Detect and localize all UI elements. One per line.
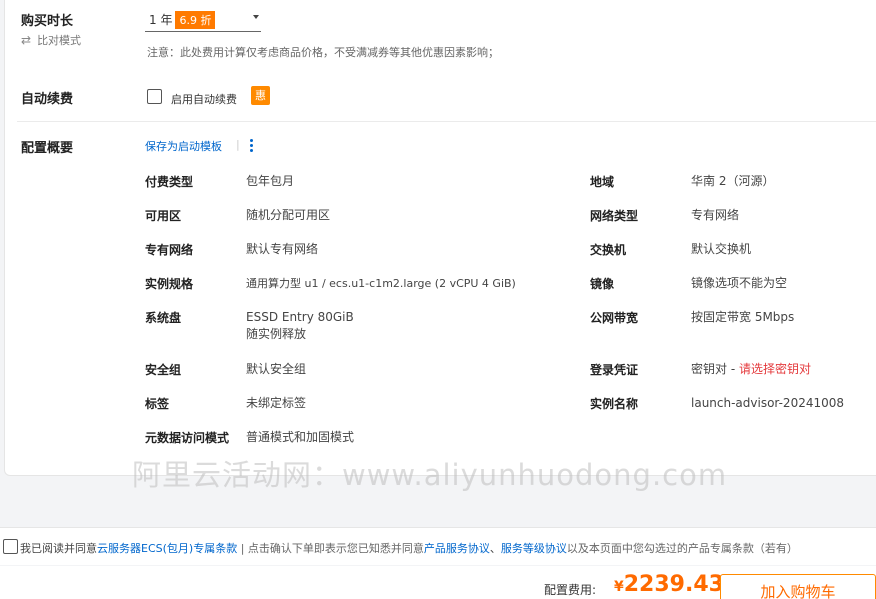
total-price: ¥2239.43 [614, 572, 724, 597]
agreement-suffix: 以及本页面中您勾选过的产品专属条款（若有） [566, 542, 798, 555]
duration-select[interactable]: 1 年 6.9 折 [145, 8, 261, 32]
agreement-middle: | 点击确认下单即表示您已知悉并同意 [240, 542, 424, 555]
config-value-billing: 包年包月 [246, 174, 295, 188]
sla-link[interactable]: 服务等级协议 [501, 542, 567, 555]
config-value-system-disk: ESSD Entry 80GiB [246, 310, 354, 324]
config-label-bandwidth: 公网带宽 [590, 311, 639, 325]
auto-renew-label: 自动续费 [21, 92, 74, 107]
config-label-zone: 可用区 [145, 209, 182, 223]
config-label-vswitch: 交换机 [590, 243, 627, 257]
agreement-checkbox[interactable] [3, 539, 18, 554]
config-label-network-type: 网络类型 [590, 209, 639, 223]
more-options-icon[interactable] [250, 139, 253, 152]
agreement-prefix: 我已阅读并同意 [20, 542, 97, 555]
config-label-security-group: 安全组 [145, 363, 182, 377]
watermark: 阿里云活动网：www.aliyunhuodong.com [132, 458, 728, 492]
config-label-metadata: 元数据访问模式 [145, 431, 230, 445]
auto-renew-checkbox[interactable] [147, 89, 162, 104]
select-keypair-link[interactable]: 请选择密钥对 [739, 362, 811, 376]
auto-renew-checkbox-label[interactable]: 启用自动续费 [171, 91, 237, 107]
duration-value: 1 年 [149, 13, 173, 27]
config-value-login-credential: 密钥对 - 请选择密钥对 [691, 361, 811, 378]
config-label-billing: 付费类型 [145, 175, 194, 189]
save-template-link[interactable]: 保存为启动模板 [145, 138, 222, 154]
price-value: 2239.43 [623, 572, 724, 597]
config-value-metadata: 普通模式和加固模式 [246, 430, 355, 444]
config-value-image-error: 镜像选项不能为空 [691, 276, 788, 290]
discount-hui-badge: 惠 [251, 86, 270, 105]
config-label-instance-name: 实例名称 [590, 397, 639, 411]
config-card: 购买时长 ⇄ 比对模式 1 年 6.9 折 注意：此处费用计算仅考虑商品价格，不… [4, 0, 876, 476]
discount-badge: 6.9 折 [175, 10, 216, 29]
compare-mode-link[interactable]: ⇄ 比对模式 [21, 32, 81, 48]
config-value-vpc: 默认专有网络 [246, 242, 319, 256]
config-value-instance-type: 通用算力型 u1 / ecs.u1-c1m2.large (2 vCPU 4 G… [246, 277, 516, 290]
config-value-zone: 随机分配可用区 [246, 208, 331, 222]
product-agreement-link[interactable]: 产品服务协议 [424, 542, 490, 555]
currency-symbol: ¥ [614, 579, 624, 595]
price-note: 注意：此处费用计算仅考虑商品价格，不受满减券等其他优惠因素影响； [147, 46, 499, 59]
price-bar: 配置费用: ¥2239.43 加入购物车 [0, 566, 876, 599]
config-value-network-type: 专有网络 [691, 208, 740, 222]
separator: | [236, 138, 240, 151]
config-label-region: 地域 [590, 175, 615, 189]
ecs-terms-link[interactable]: 云服务器ECS(包月)专属条款 [97, 542, 237, 555]
agreement-text: 我已阅读并同意云服务器ECS(包月)专属条款 | 点击确认下单即表示您已知悉并同… [20, 540, 798, 556]
duration-label: 购买时长 [21, 14, 74, 29]
config-value-region: 华南 2（河源） [691, 174, 775, 188]
compare-mode-label: 比对模式 [37, 34, 82, 47]
config-value-instance-name: launch-advisor-20241008 [691, 396, 845, 410]
agreement-bar: 我已阅读并同意云服务器ECS(包月)专属条款 | 点击确认下单即表示您已知悉并同… [0, 527, 876, 565]
price-label: 配置费用: [544, 583, 597, 597]
config-value-vswitch: 默认交换机 [691, 242, 752, 256]
config-label-image: 镜像 [590, 277, 615, 291]
agreement-comma: 、 [489, 542, 501, 555]
config-summary-title: 配置概要 [21, 141, 74, 156]
config-label-vpc: 专有网络 [145, 243, 194, 257]
config-label-system-disk: 系统盘 [145, 311, 182, 325]
swap-icon: ⇄ [21, 33, 32, 47]
config-value-system-disk-release: 随实例释放 [246, 327, 307, 341]
config-value-security-group: 默认安全组 [246, 362, 307, 376]
config-label-tags: 标签 [145, 397, 170, 411]
add-to-cart-button[interactable]: 加入购物车 [720, 574, 876, 599]
section-divider [17, 121, 876, 122]
config-value-bandwidth: 按固定带宽 5Mbps [691, 310, 795, 324]
config-label-instance-type: 实例规格 [145, 277, 194, 291]
config-label-login-credential: 登录凭证 [590, 363, 639, 377]
caret-down-icon [253, 15, 259, 19]
credential-type: 密钥对 - [691, 362, 739, 376]
config-value-tags: 未绑定标签 [246, 396, 307, 410]
